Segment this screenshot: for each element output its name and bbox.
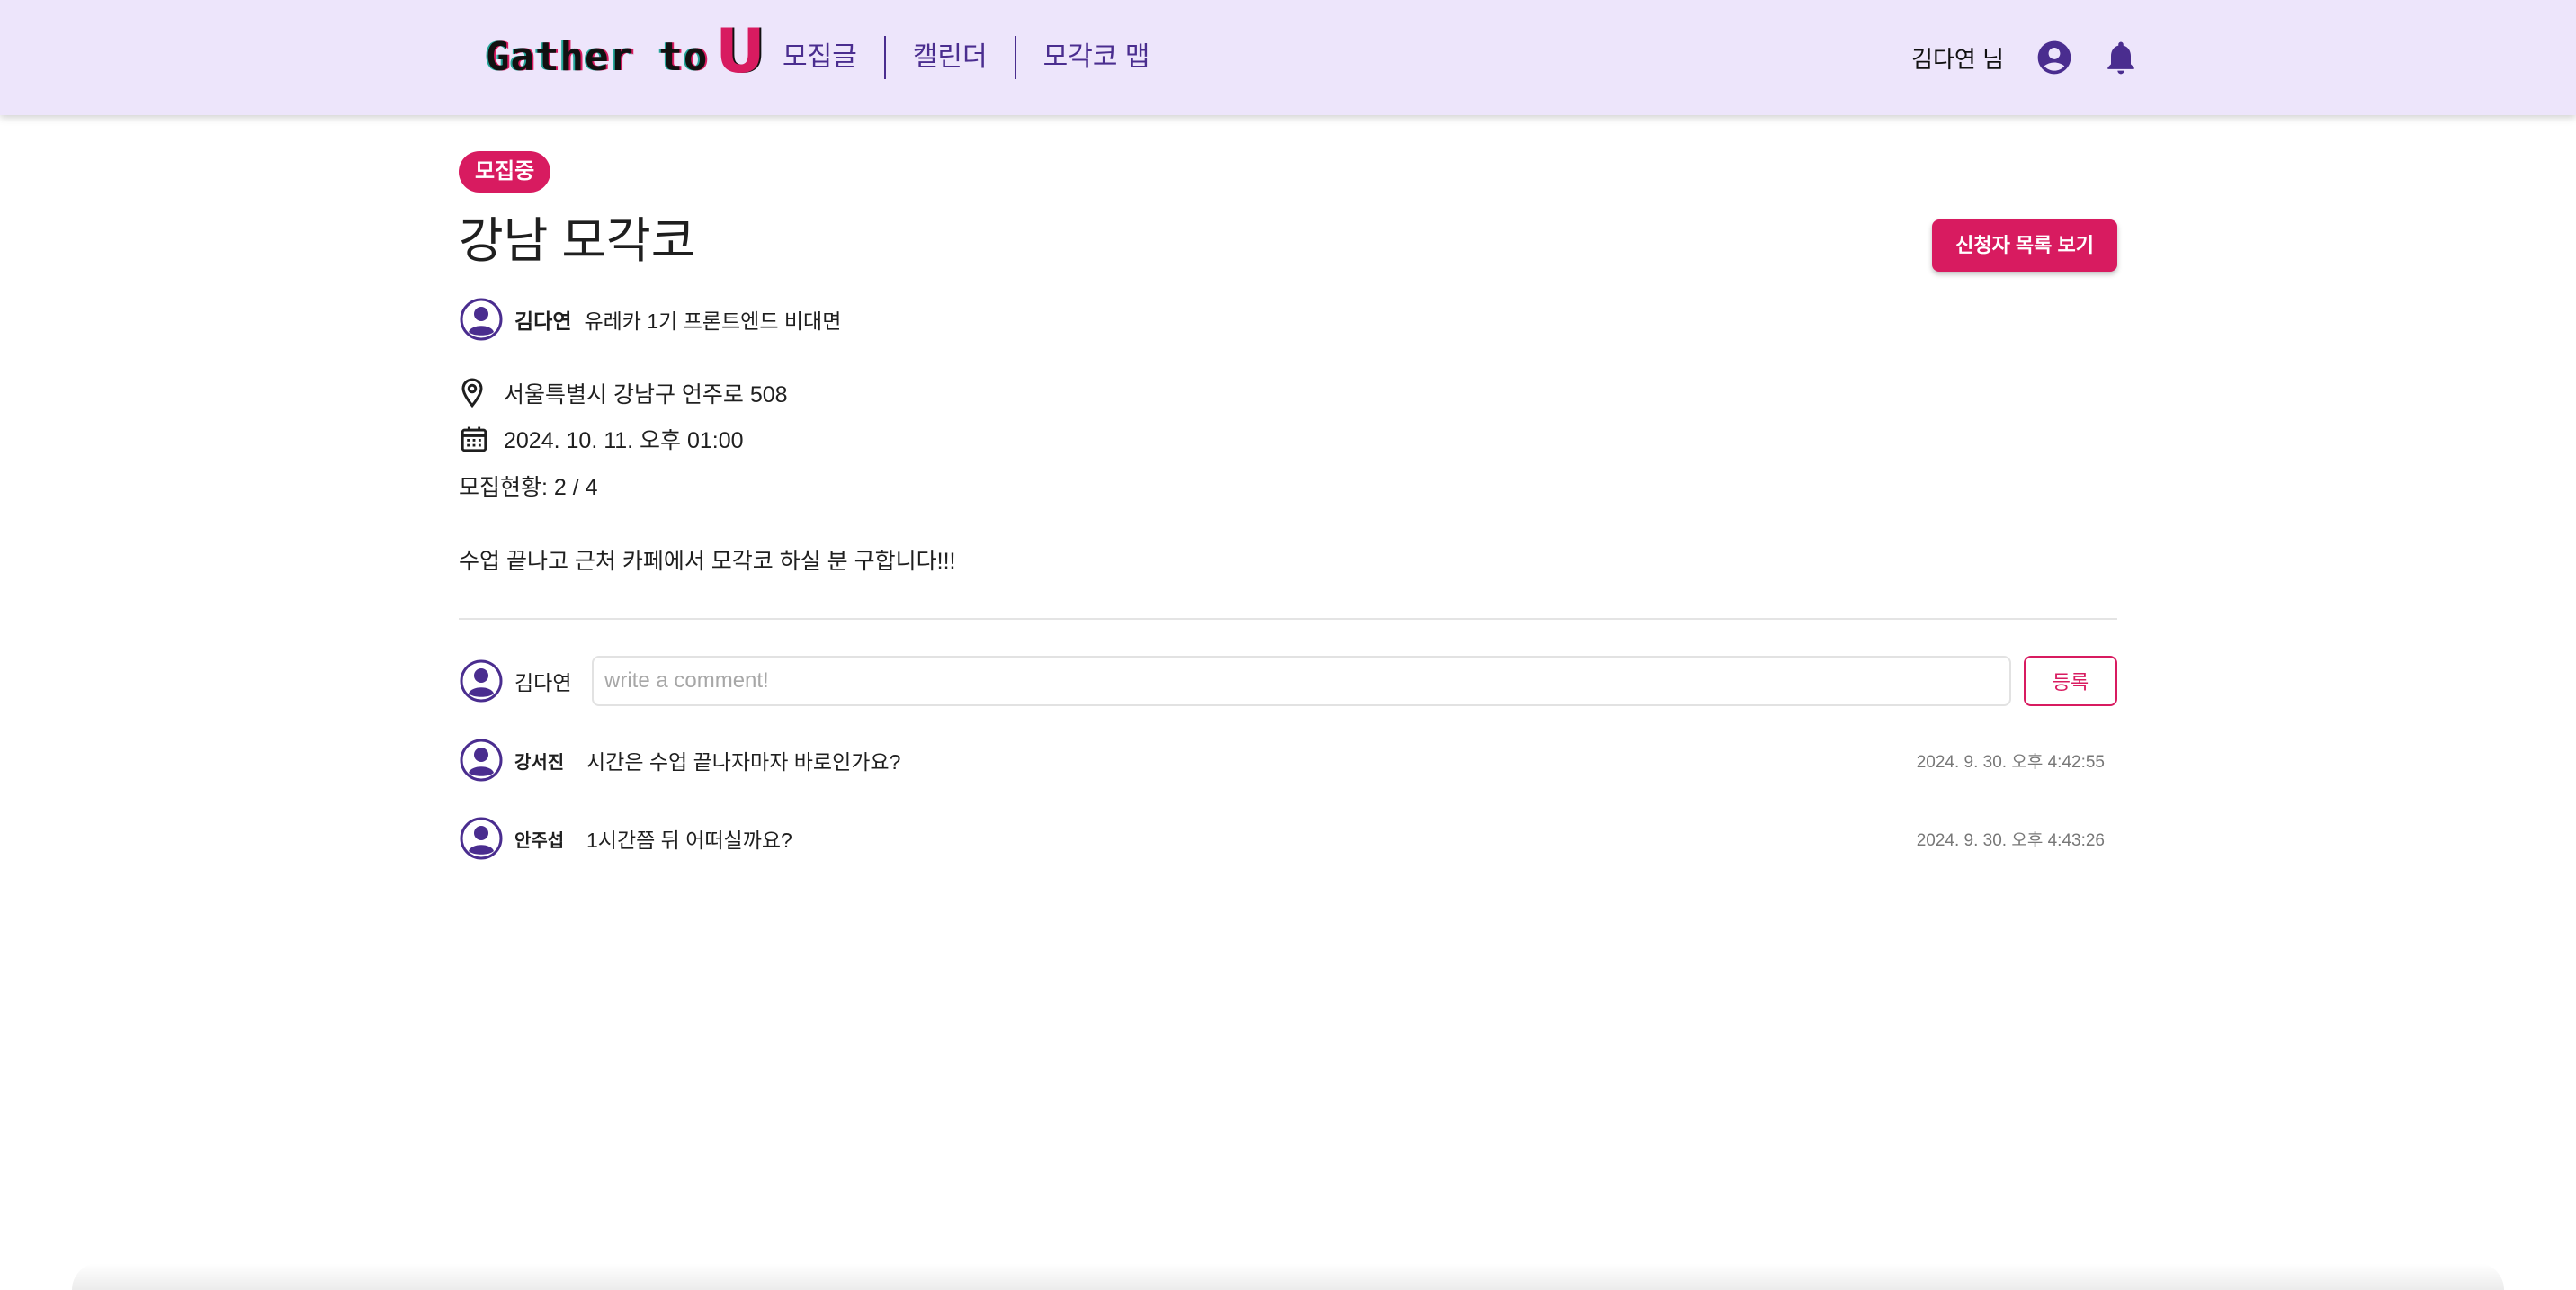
comment-author: 안주섭 bbox=[514, 830, 565, 851]
gather-to-u-logo[interactable]: Gather to U bbox=[486, 20, 765, 83]
comment-text: 1시간쯤 뒤 어떠실까요? bbox=[586, 829, 792, 852]
top-navigation-bar: Gather to U 모집글 캘린더 모각코 맵 김다연 님 bbox=[0, 0, 2576, 115]
submit-comment-button[interactable]: 등록 bbox=[2024, 656, 2117, 706]
post-content: 수업 끝나고 근처 카페에서 모각코 하실 분 구합니다!!! bbox=[459, 549, 956, 574]
main-nav: 모집글 캘린더 모각코 맵 bbox=[756, 36, 1176, 79]
comment-timestamp: 2024. 9. 30. 오후 4:42:55 bbox=[1916, 752, 2105, 772]
status-badge: 모집중 bbox=[459, 151, 551, 193]
datetime-row: 2024. 10. 11. 오후 01:00 bbox=[459, 421, 744, 457]
comment-form: 김다연 등록 bbox=[459, 655, 2117, 707]
footer-edge bbox=[72, 1263, 2504, 1290]
nav-item-posts[interactable]: 모집글 bbox=[756, 36, 884, 79]
avatar bbox=[459, 816, 504, 861]
comment-author: 강서진 bbox=[514, 752, 565, 773]
calendar-icon bbox=[459, 421, 491, 457]
user-greeting: 김다연 님 bbox=[1911, 45, 2004, 73]
location-text: 서울특별시 강남구 언주로 508 bbox=[504, 382, 788, 408]
bell-icon[interactable] bbox=[2099, 36, 2142, 79]
datetime-text: 2024. 10. 11. 오후 01:00 bbox=[504, 428, 744, 453]
account-circle-icon[interactable] bbox=[2033, 36, 2076, 79]
nav-item-calendar[interactable]: 캘린더 bbox=[886, 36, 1015, 79]
location-pin-icon bbox=[459, 375, 491, 411]
avatar bbox=[459, 658, 504, 703]
comment-user-name: 김다연 bbox=[514, 671, 572, 694]
avatar bbox=[459, 738, 504, 783]
comment-text: 시간은 수업 끝나자마자 바로인가요? bbox=[586, 750, 901, 774]
page-title: 강남 모각코 bbox=[459, 214, 696, 268]
recruit-status: 모집현황: 2 / 4 bbox=[459, 475, 598, 500]
author-name: 김다연 bbox=[514, 309, 572, 333]
comment-timestamp: 2024. 9. 30. 오후 4:43:26 bbox=[1916, 830, 2105, 850]
comment-item: 강서진 시간은 수업 끝나자마자 바로인가요? 2024. 9. 30. 오후 … bbox=[459, 738, 2105, 783]
user-area: 김다연 님 bbox=[1911, 32, 2142, 83]
post-author: 김다연 유레카 1기 프론트엔드 비대면 bbox=[459, 297, 841, 342]
comment-item: 안주섭 1시간쯤 뒤 어떠실까요? 2024. 9. 30. 오후 4:43:2… bbox=[459, 816, 2105, 861]
avatar bbox=[459, 297, 504, 342]
author-description: 유레카 1기 프론트엔드 비대면 bbox=[584, 309, 842, 333]
comment-input[interactable] bbox=[592, 656, 2011, 706]
nav-item-map[interactable]: 모각코 맵 bbox=[1016, 36, 1177, 79]
view-applicants-button[interactable]: 신청자 목록 보기 bbox=[1932, 219, 2117, 272]
divider bbox=[459, 618, 2117, 620]
location-row: 서울특별시 강남구 언주로 508 bbox=[459, 375, 788, 411]
logo-text: Gather to bbox=[486, 34, 709, 80]
